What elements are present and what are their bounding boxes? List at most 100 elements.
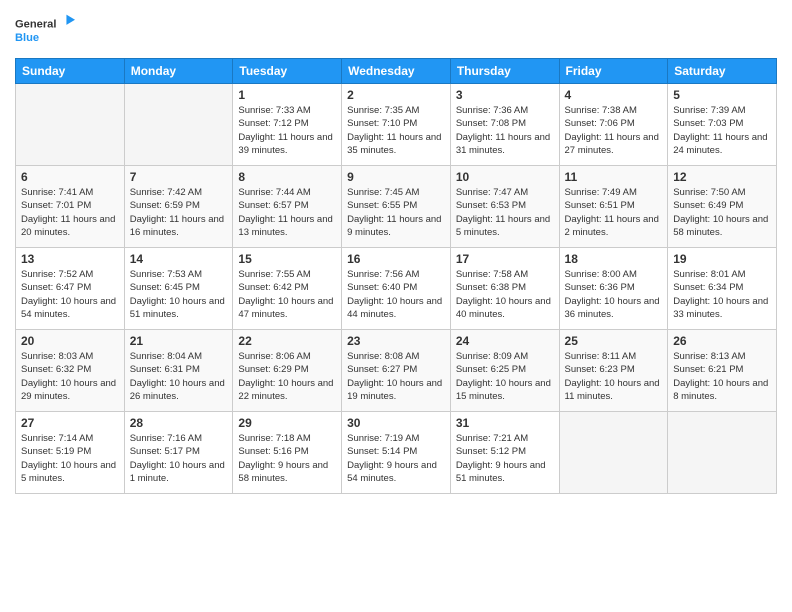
day-info: Sunrise: 8:00 AM Sunset: 6:36 PM Dayligh… bbox=[565, 268, 663, 321]
calendar-cell: 17 Sunrise: 7:58 AM Sunset: 6:38 PM Dayli… bbox=[450, 248, 559, 330]
day-header-friday: Friday bbox=[559, 59, 668, 84]
day-number: 6 bbox=[21, 170, 119, 184]
day-number: 5 bbox=[673, 88, 771, 102]
calendar-cell: 21 Sunrise: 8:04 AM Sunset: 6:31 PM Dayli… bbox=[124, 330, 233, 412]
calendar-table: SundayMondayTuesdayWednesdayThursdayFrid… bbox=[15, 58, 777, 494]
calendar-cell: 4 Sunrise: 7:38 AM Sunset: 7:06 PM Daylig… bbox=[559, 84, 668, 166]
day-info: Sunrise: 8:04 AM Sunset: 6:31 PM Dayligh… bbox=[130, 350, 228, 403]
calendar-cell: 28 Sunrise: 7:16 AM Sunset: 5:17 PM Dayli… bbox=[124, 412, 233, 494]
day-number: 17 bbox=[456, 252, 554, 266]
calendar-header-row: SundayMondayTuesdayWednesdayThursdayFrid… bbox=[16, 59, 777, 84]
day-number: 10 bbox=[456, 170, 554, 184]
day-info: Sunrise: 7:44 AM Sunset: 6:57 PM Dayligh… bbox=[238, 186, 336, 239]
day-info: Sunrise: 7:14 AM Sunset: 5:19 PM Dayligh… bbox=[21, 432, 119, 485]
calendar-cell: 2 Sunrise: 7:35 AM Sunset: 7:10 PM Daylig… bbox=[342, 84, 451, 166]
day-number: 19 bbox=[673, 252, 771, 266]
day-info: Sunrise: 7:50 AM Sunset: 6:49 PM Dayligh… bbox=[673, 186, 771, 239]
day-info: Sunrise: 8:06 AM Sunset: 6:29 PM Dayligh… bbox=[238, 350, 336, 403]
calendar-cell: 29Sunrise: 7:18 AM Sunset: 5:16 PM Dayli… bbox=[233, 412, 342, 494]
day-number: 27 bbox=[21, 416, 119, 430]
day-info: Sunrise: 7:42 AM Sunset: 6:59 PM Dayligh… bbox=[130, 186, 228, 239]
calendar-cell: 19 Sunrise: 8:01 AM Sunset: 6:34 PM Dayli… bbox=[668, 248, 777, 330]
day-number: 7 bbox=[130, 170, 228, 184]
day-number: 22 bbox=[238, 334, 336, 348]
day-info: Sunrise: 7:16 AM Sunset: 5:17 PM Dayligh… bbox=[130, 432, 228, 485]
day-info: Sunrise: 8:11 AM Sunset: 6:23 PM Dayligh… bbox=[565, 350, 663, 403]
calendar-cell: 18 Sunrise: 8:00 AM Sunset: 6:36 PM Dayli… bbox=[559, 248, 668, 330]
day-info: Sunrise: 7:53 AM Sunset: 6:45 PM Dayligh… bbox=[130, 268, 228, 321]
day-number: 26 bbox=[673, 334, 771, 348]
calendar-cell: 20 Sunrise: 8:03 AM Sunset: 6:32 PM Dayli… bbox=[16, 330, 125, 412]
day-number: 13 bbox=[21, 252, 119, 266]
calendar-cell: 25 Sunrise: 8:11 AM Sunset: 6:23 PM Dayli… bbox=[559, 330, 668, 412]
calendar-cell bbox=[668, 412, 777, 494]
day-info: Sunrise: 7:35 AM Sunset: 7:10 PM Dayligh… bbox=[347, 104, 445, 157]
day-header-monday: Monday bbox=[124, 59, 233, 84]
calendar-week-2: 6 Sunrise: 7:41 AM Sunset: 7:01 PM Daylig… bbox=[16, 166, 777, 248]
day-info: Sunrise: 8:01 AM Sunset: 6:34 PM Dayligh… bbox=[673, 268, 771, 321]
day-number: 9 bbox=[347, 170, 445, 184]
day-info: Sunrise: 7:47 AM Sunset: 6:53 PM Dayligh… bbox=[456, 186, 554, 239]
day-info: Sunrise: 8:08 AM Sunset: 6:27 PM Dayligh… bbox=[347, 350, 445, 403]
calendar-cell: 15Sunrise: 7:55 AM Sunset: 6:42 PM Dayli… bbox=[233, 248, 342, 330]
calendar-week-3: 13 Sunrise: 7:52 AM Sunset: 6:47 PM Dayli… bbox=[16, 248, 777, 330]
calendar-cell: 7 Sunrise: 7:42 AM Sunset: 6:59 PM Daylig… bbox=[124, 166, 233, 248]
day-info: Sunrise: 8:13 AM Sunset: 6:21 PM Dayligh… bbox=[673, 350, 771, 403]
logo-svg: General Blue bbox=[15, 10, 75, 50]
day-info: Sunrise: 7:55 AM Sunset: 6:42 PM Dayligh… bbox=[238, 268, 336, 321]
day-info: Sunrise: 7:21 AM Sunset: 5:12 PM Dayligh… bbox=[456, 432, 554, 485]
calendar-cell: 11 Sunrise: 7:49 AM Sunset: 6:51 PM Dayli… bbox=[559, 166, 668, 248]
calendar-cell bbox=[16, 84, 125, 166]
day-info: Sunrise: 8:03 AM Sunset: 6:32 PM Dayligh… bbox=[21, 350, 119, 403]
day-number: 24 bbox=[456, 334, 554, 348]
calendar-cell: 16Sunrise: 7:56 AM Sunset: 6:40 PM Dayli… bbox=[342, 248, 451, 330]
calendar-cell: 22 Sunrise: 8:06 AM Sunset: 6:29 PM Dayli… bbox=[233, 330, 342, 412]
calendar-cell: 3Sunrise: 7:36 AM Sunset: 7:08 PM Daylig… bbox=[450, 84, 559, 166]
day-number: 30 bbox=[347, 416, 445, 430]
calendar-cell bbox=[559, 412, 668, 494]
calendar-cell: 24 Sunrise: 8:09 AM Sunset: 6:25 PM Dayli… bbox=[450, 330, 559, 412]
day-number: 8 bbox=[238, 170, 336, 184]
day-info: Sunrise: 7:49 AM Sunset: 6:51 PM Dayligh… bbox=[565, 186, 663, 239]
day-number: 12 bbox=[673, 170, 771, 184]
calendar-week-5: 27 Sunrise: 7:14 AM Sunset: 5:19 PM Dayli… bbox=[16, 412, 777, 494]
svg-text:Blue: Blue bbox=[15, 32, 39, 44]
day-number: 20 bbox=[21, 334, 119, 348]
calendar-cell: 23 Sunrise: 8:08 AM Sunset: 6:27 PM Dayli… bbox=[342, 330, 451, 412]
calendar-week-1: 1 Sunrise: 7:33 AM Sunset: 7:12 PM Daylig… bbox=[16, 84, 777, 166]
day-number: 18 bbox=[565, 252, 663, 266]
calendar-week-4: 20 Sunrise: 8:03 AM Sunset: 6:32 PM Dayli… bbox=[16, 330, 777, 412]
day-number: 21 bbox=[130, 334, 228, 348]
calendar-cell: 5 Sunrise: 7:39 AM Sunset: 7:03 PM Daylig… bbox=[668, 84, 777, 166]
calendar-cell: 1 Sunrise: 7:33 AM Sunset: 7:12 PM Daylig… bbox=[233, 84, 342, 166]
day-info: Sunrise: 8:09 AM Sunset: 6:25 PM Dayligh… bbox=[456, 350, 554, 403]
calendar-cell: 9Sunrise: 7:45 AM Sunset: 6:55 PM Daylig… bbox=[342, 166, 451, 248]
day-info: Sunrise: 7:56 AM Sunset: 6:40 PM Dayligh… bbox=[347, 268, 445, 321]
day-number: 2 bbox=[347, 88, 445, 102]
day-info: Sunrise: 7:58 AM Sunset: 6:38 PM Dayligh… bbox=[456, 268, 554, 321]
day-number: 3 bbox=[456, 88, 554, 102]
day-header-sunday: Sunday bbox=[16, 59, 125, 84]
day-number: 29 bbox=[238, 416, 336, 430]
day-info: Sunrise: 7:33 AM Sunset: 7:12 PM Dayligh… bbox=[238, 104, 336, 157]
calendar-cell: 27 Sunrise: 7:14 AM Sunset: 5:19 PM Dayli… bbox=[16, 412, 125, 494]
day-info: Sunrise: 7:38 AM Sunset: 7:06 PM Dayligh… bbox=[565, 104, 663, 157]
day-number: 28 bbox=[130, 416, 228, 430]
calendar-cell: 26 Sunrise: 8:13 AM Sunset: 6:21 PM Dayli… bbox=[668, 330, 777, 412]
day-number: 25 bbox=[565, 334, 663, 348]
day-number: 11 bbox=[565, 170, 663, 184]
logo: General Blue bbox=[15, 10, 75, 50]
day-info: Sunrise: 7:52 AM Sunset: 6:47 PM Dayligh… bbox=[21, 268, 119, 321]
day-number: 4 bbox=[565, 88, 663, 102]
day-number: 23 bbox=[347, 334, 445, 348]
day-header-saturday: Saturday bbox=[668, 59, 777, 84]
day-info: Sunrise: 7:39 AM Sunset: 7:03 PM Dayligh… bbox=[673, 104, 771, 157]
day-number: 14 bbox=[130, 252, 228, 266]
day-number: 1 bbox=[238, 88, 336, 102]
calendar-cell: 8 Sunrise: 7:44 AM Sunset: 6:57 PM Daylig… bbox=[233, 166, 342, 248]
calendar-cell bbox=[124, 84, 233, 166]
page-header: General Blue bbox=[15, 10, 777, 50]
calendar-body: 1 Sunrise: 7:33 AM Sunset: 7:12 PM Daylig… bbox=[16, 84, 777, 494]
day-info: Sunrise: 7:41 AM Sunset: 7:01 PM Dayligh… bbox=[21, 186, 119, 239]
calendar-cell: 6 Sunrise: 7:41 AM Sunset: 7:01 PM Daylig… bbox=[16, 166, 125, 248]
